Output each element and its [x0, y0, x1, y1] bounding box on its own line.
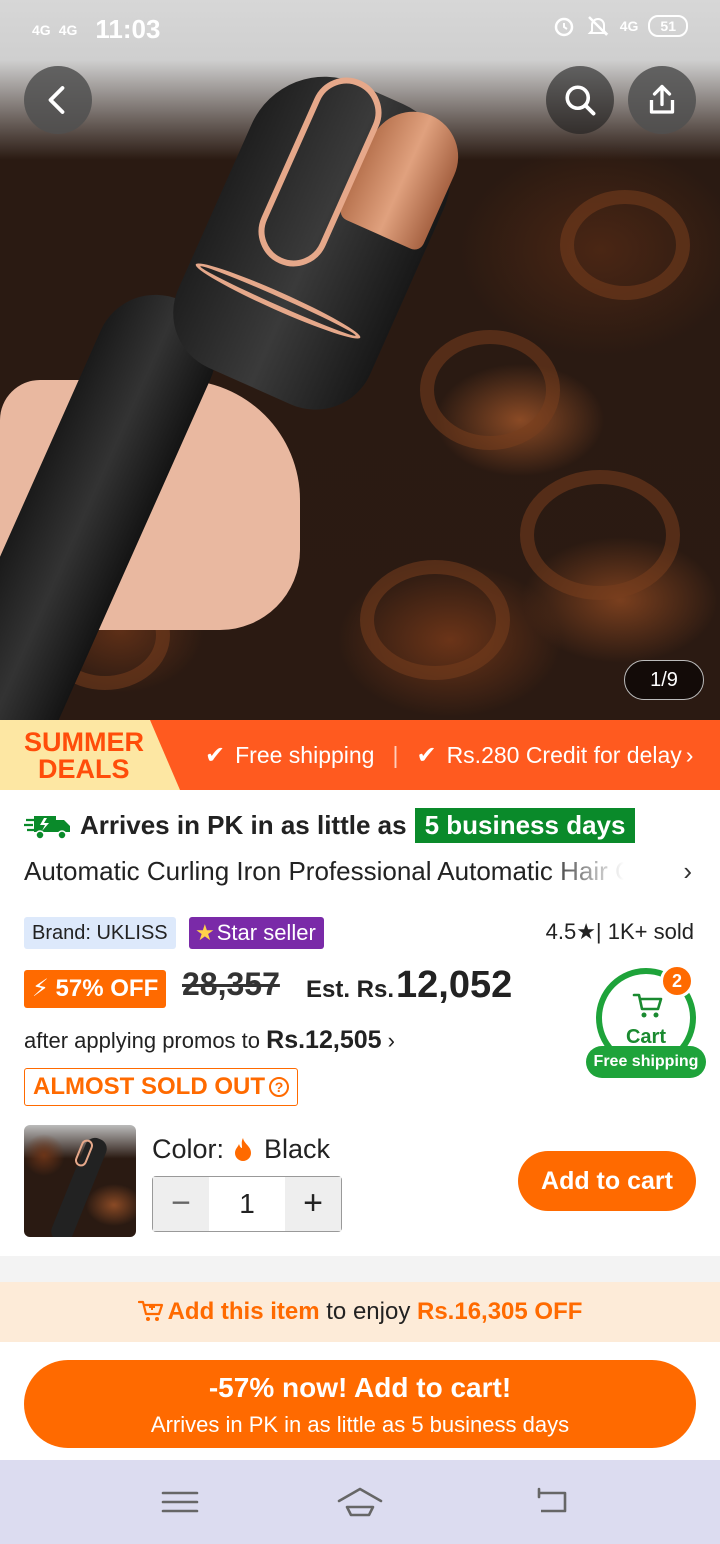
color-value: Black	[264, 1134, 331, 1164]
check-icon: ✔	[205, 741, 226, 769]
free-shipping-text: Free shipping	[235, 741, 375, 768]
status-left: 4G 4G 11:03	[32, 14, 160, 45]
delivery-prefix: Arrives in PK in as little as	[80, 810, 407, 840]
sale-price: 12,052	[396, 964, 513, 1006]
battery-icon: 51	[648, 15, 688, 37]
chevron-right-icon[interactable]: ›	[683, 856, 692, 887]
hair-curl-graphic	[420, 330, 560, 450]
star-seller-badge[interactable]: ★ Star seller	[189, 917, 324, 949]
share-button[interactable]	[628, 66, 696, 134]
rating-sold[interactable]: 4.5★| 1K+ sold	[546, 919, 694, 945]
hair-curl-graphic	[520, 470, 680, 600]
back-button[interactable]	[24, 66, 92, 134]
help-icon: ?	[268, 1077, 289, 1097]
mute-bell-icon	[587, 16, 609, 36]
promo-strip[interactable]: SUMMER DEALS ✔ Free shipping | ✔ Rs.280 …	[0, 720, 720, 790]
star-seller-label: Star seller	[216, 920, 316, 945]
home-nav-button[interactable]	[330, 1482, 390, 1522]
home-icon	[337, 1487, 383, 1517]
after-promo-line[interactable]: after applying promos to Rs.12,505 ›	[24, 1026, 395, 1055]
alarm-icon	[554, 17, 573, 37]
back-arrow-icon	[537, 1487, 567, 1513]
status-bar: 4G 4G 11:03 4G 51	[0, 0, 720, 56]
badge-line-2: DEALS	[38, 754, 130, 784]
product-title[interactable]: Automatic Curling Iron Professional Auto…	[24, 856, 624, 890]
flame-icon	[235, 1137, 252, 1161]
free-shipping-pill: Free shipping	[586, 1046, 706, 1078]
menu-icon	[161, 1491, 199, 1513]
share-icon	[649, 84, 675, 114]
add-to-cart-button[interactable]: Add to cart	[518, 1151, 696, 1211]
after-promo-price: Rs.12,505	[266, 1026, 382, 1054]
main-add-to-cart-button[interactable]: -57% now! Add to cart! Arrives in PK in …	[24, 1360, 696, 1448]
after-promo-text: after applying promos to	[24, 1028, 261, 1053]
hair-curl-graphic	[560, 190, 690, 300]
increase-quantity-button[interactable]: +	[285, 1177, 341, 1231]
status-right: 4G 51	[552, 14, 688, 38]
chevron-right-icon: ›	[685, 741, 694, 768]
lightning-icon: ⚡	[32, 975, 49, 1002]
check-icon: ✔	[416, 741, 437, 769]
almost-sold-out-badge[interactable]: ALMOST SOLD OUT?	[24, 1068, 298, 1106]
delay-credit-text: Rs.280 Credit for delay	[446, 741, 682, 768]
cart-icon	[632, 993, 663, 1018]
system-navigation-bar	[0, 1460, 720, 1544]
color-selector[interactable]: Color: Black	[152, 1134, 330, 1165]
bundle-action: Add this item	[167, 1298, 320, 1325]
cta-line-1: -57% now! Add to cart!	[208, 1372, 512, 1403]
fast-delivery-truck-icon	[24, 815, 70, 840]
chevron-left-icon	[48, 86, 65, 114]
hair-curl-graphic	[360, 560, 510, 680]
quantity-value[interactable]: 1	[209, 1177, 285, 1231]
cta-line-2: Arrives in PK in as little as 5 business…	[150, 1412, 570, 1437]
decrease-quantity-button[interactable]: −	[153, 1177, 209, 1231]
signal-icon: 4G	[32, 21, 51, 38]
star-icon: ★	[195, 920, 215, 945]
clock: 11:03	[95, 14, 161, 44]
discount-badge: ⚡ 57% OFF	[24, 970, 167, 1008]
search-icon	[565, 85, 596, 116]
delivery-days-badge: 5 business days	[414, 808, 636, 843]
summer-deals-badge: SUMMER DEALS	[0, 720, 180, 790]
chevron-right-icon: ›	[387, 1028, 395, 1053]
section-divider	[0, 1256, 720, 1282]
discount-label: 57% OFF	[55, 975, 159, 1002]
search-button[interactable]	[546, 66, 614, 134]
cart-count-badge: 2	[660, 964, 694, 998]
almost-sold-out-label: ALMOST SOLD OUT	[33, 1073, 265, 1100]
delivery-estimate: Arrives in PK in as little as 5 business…	[24, 808, 636, 843]
color-label: Color:	[152, 1134, 225, 1164]
badge-line-1: SUMMER	[24, 727, 144, 757]
menu-nav-button[interactable]	[150, 1482, 210, 1522]
cart-plus-icon	[137, 1300, 163, 1321]
est-label: Est. Rs.	[306, 976, 395, 1003]
divider: |	[392, 741, 399, 768]
brand-badge[interactable]: Brand: UKLISS	[24, 917, 176, 949]
bundle-offer-banner[interactable]: Add this item to enjoy Rs.16,305 OFF	[0, 1282, 720, 1342]
quantity-stepper[interactable]: − 1 +	[152, 1176, 342, 1232]
signal-icon: 4G	[58, 21, 78, 38]
variant-thumbnail[interactable]	[24, 1125, 136, 1237]
original-price: 28,357	[182, 966, 280, 1002]
promo-benefits: ✔ Free shipping | ✔ Rs.280 Credit for de…	[205, 720, 693, 790]
bundle-middle: to enjoy	[326, 1298, 411, 1325]
network-icon: 4G	[619, 18, 639, 34]
back-nav-button[interactable]	[520, 1482, 580, 1522]
bundle-amount: Rs.16,305 OFF	[417, 1298, 583, 1325]
image-counter: 1/9	[624, 660, 704, 700]
